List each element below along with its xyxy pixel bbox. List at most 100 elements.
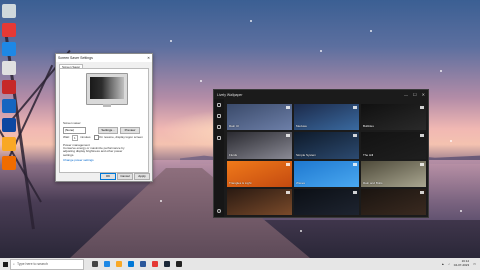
wallpaper-tile[interactable]: Waves: [294, 160, 359, 187]
desktop-icon-column: [1, 4, 17, 175]
tile-type-icon: [420, 106, 424, 109]
search-placeholder: Type here to search: [16, 262, 48, 266]
preview-button[interactable]: Preview: [120, 127, 140, 134]
wallpaper-tile[interactable]: Fluids: [227, 132, 292, 159]
wallpaper-tile-title: Medusa: [296, 124, 307, 129]
tile-type-icon: [420, 190, 424, 194]
taskbar-pinned-apps: [92, 261, 182, 267]
wallpaper-tile[interactable]: [361, 188, 426, 215]
wait-minutes-input[interactable]: 1: [72, 135, 78, 141]
wallpaper-tile[interactable]: Rain UI: [227, 104, 292, 131]
wallpaper-tile[interactable]: Rain and Bolts: [361, 160, 426, 187]
app-icon[interactable]: [2, 61, 16, 75]
wallpaper-app-icon[interactable]: [176, 261, 182, 267]
vlc-icon[interactable]: [2, 156, 16, 170]
gear-icon[interactable]: [217, 209, 221, 213]
screen-saver-settings-dialog: Screen Saver Settings ✕ Screen Saver Scr…: [55, 53, 153, 182]
add-wallpaper-icon[interactable]: [217, 125, 221, 129]
change-power-settings-link[interactable]: Change power settings: [63, 158, 94, 162]
task-view-icon[interactable]: [92, 261, 98, 267]
app-titlebar: Lively Wallpaper — ☐ ✕: [214, 90, 428, 99]
app-title: Lively Wallpaper: [217, 92, 243, 97]
dialog-titlebar: Screen Saver Settings ✕: [56, 54, 152, 62]
preview-screen: [90, 77, 124, 99]
window-controls: — ☐ ✕: [404, 92, 425, 97]
help-icon[interactable]: [217, 136, 221, 140]
snowflake: [300, 230, 302, 232]
snowflake: [320, 50, 322, 52]
close-icon[interactable]: ✕: [422, 92, 425, 97]
dialog-title: Screen Saver Settings: [58, 56, 93, 60]
settings-button[interactable]: Settings...: [98, 127, 118, 134]
notifications-icon[interactable]: ▭: [473, 262, 476, 266]
wallpaper-tile[interactable]: [294, 188, 359, 215]
taskbar-search-box[interactable]: ⌕ Type here to search: [10, 258, 84, 270]
chrome-icon[interactable]: [152, 261, 158, 267]
wallpaper-tile-title: Fluids: [229, 152, 238, 157]
app-nav-rail: [214, 99, 224, 217]
clock-date: 04-07-2023: [453, 262, 470, 267]
tile-type-icon: [353, 162, 357, 166]
close-icon[interactable]: ✕: [147, 56, 150, 60]
steam-icon[interactable]: [2, 99, 16, 113]
screen-saver-label: Screen saver: [63, 121, 81, 125]
cancel-button[interactable]: Cancel: [117, 173, 133, 180]
power-description: Conserve energy or maximize performance …: [63, 146, 125, 157]
edge-icon[interactable]: [104, 261, 110, 267]
monitor-preview: [86, 73, 128, 107]
resume-label: On resume, display logon screen: [99, 135, 143, 139]
tile-type-icon: [286, 106, 290, 109]
menu-icon[interactable]: [217, 103, 221, 107]
tile-type-icon: [353, 190, 357, 194]
tile-type-icon: [353, 134, 357, 138]
clock[interactable]: 16:12 04-07-2023: [453, 259, 470, 267]
snowflake: [170, 40, 172, 42]
tile-type-icon: [286, 190, 290, 194]
mail-icon[interactable]: [140, 261, 146, 267]
tile-type-icon: [420, 134, 424, 138]
minimize-icon[interactable]: —: [404, 92, 408, 97]
library-icon[interactable]: [217, 114, 221, 118]
shield-icon[interactable]: [2, 118, 16, 132]
wallpaper-tile[interactable]: Simple System: [294, 132, 359, 159]
wallpaper-tile[interactable]: The Hill: [361, 132, 426, 159]
tile-type-icon: [353, 106, 357, 109]
start-button[interactable]: [0, 258, 10, 270]
snowflake: [440, 70, 442, 72]
maximize-icon[interactable]: ☐: [413, 92, 417, 97]
wallpaper-tile-title: The Hill: [363, 152, 374, 157]
recycle-bin-icon[interactable]: [2, 4, 16, 18]
steam-icon[interactable]: [164, 261, 170, 267]
wallpaper-tile-title: Rain and Bolts: [363, 180, 383, 185]
ok-button[interactable]: OK: [100, 173, 116, 180]
wallpaper-tile[interactable]: Medusa: [294, 104, 359, 131]
volume-icon[interactable]: ♪: [448, 262, 450, 266]
screen-saver-select[interactable]: (None): [63, 127, 86, 134]
wait-label: Wait:: [63, 135, 70, 139]
store-icon[interactable]: [128, 261, 134, 267]
tile-type-icon: [286, 162, 290, 166]
tile-type-icon: [286, 134, 290, 138]
windows-logo-icon: [2, 261, 8, 267]
search-icon: ⌕: [13, 262, 15, 266]
wallpaper-tile-title: Bubbles: [363, 124, 374, 129]
wallpaper-tile[interactable]: Bubbles: [361, 104, 426, 131]
snowflake: [450, 140, 452, 142]
wallpaper-tile-title: Rain UI: [229, 124, 240, 129]
edge-icon[interactable]: [2, 42, 16, 56]
wallpaper-tile-title: Waves: [296, 180, 306, 185]
chrome-icon[interactable]: [2, 23, 16, 37]
system-tray: ▲ ♪ 16:12 04-07-2023 ▭: [441, 259, 476, 267]
game-icon[interactable]: [2, 80, 16, 94]
wallpaper-tile[interactable]: Triangles & Light: [227, 160, 292, 187]
file-explorer-icon[interactable]: [116, 261, 122, 267]
network-icon[interactable]: ▲: [441, 262, 444, 266]
monitor-stand: [103, 104, 111, 107]
apply-button[interactable]: Apply: [134, 173, 150, 180]
wallpaper-tile[interactable]: [227, 188, 292, 215]
snowflake: [370, 30, 372, 32]
snowflake: [460, 210, 462, 212]
snowflake: [160, 200, 162, 202]
folder-icon[interactable]: [2, 137, 16, 151]
dialog-footer: OK Cancel Apply: [56, 172, 152, 180]
